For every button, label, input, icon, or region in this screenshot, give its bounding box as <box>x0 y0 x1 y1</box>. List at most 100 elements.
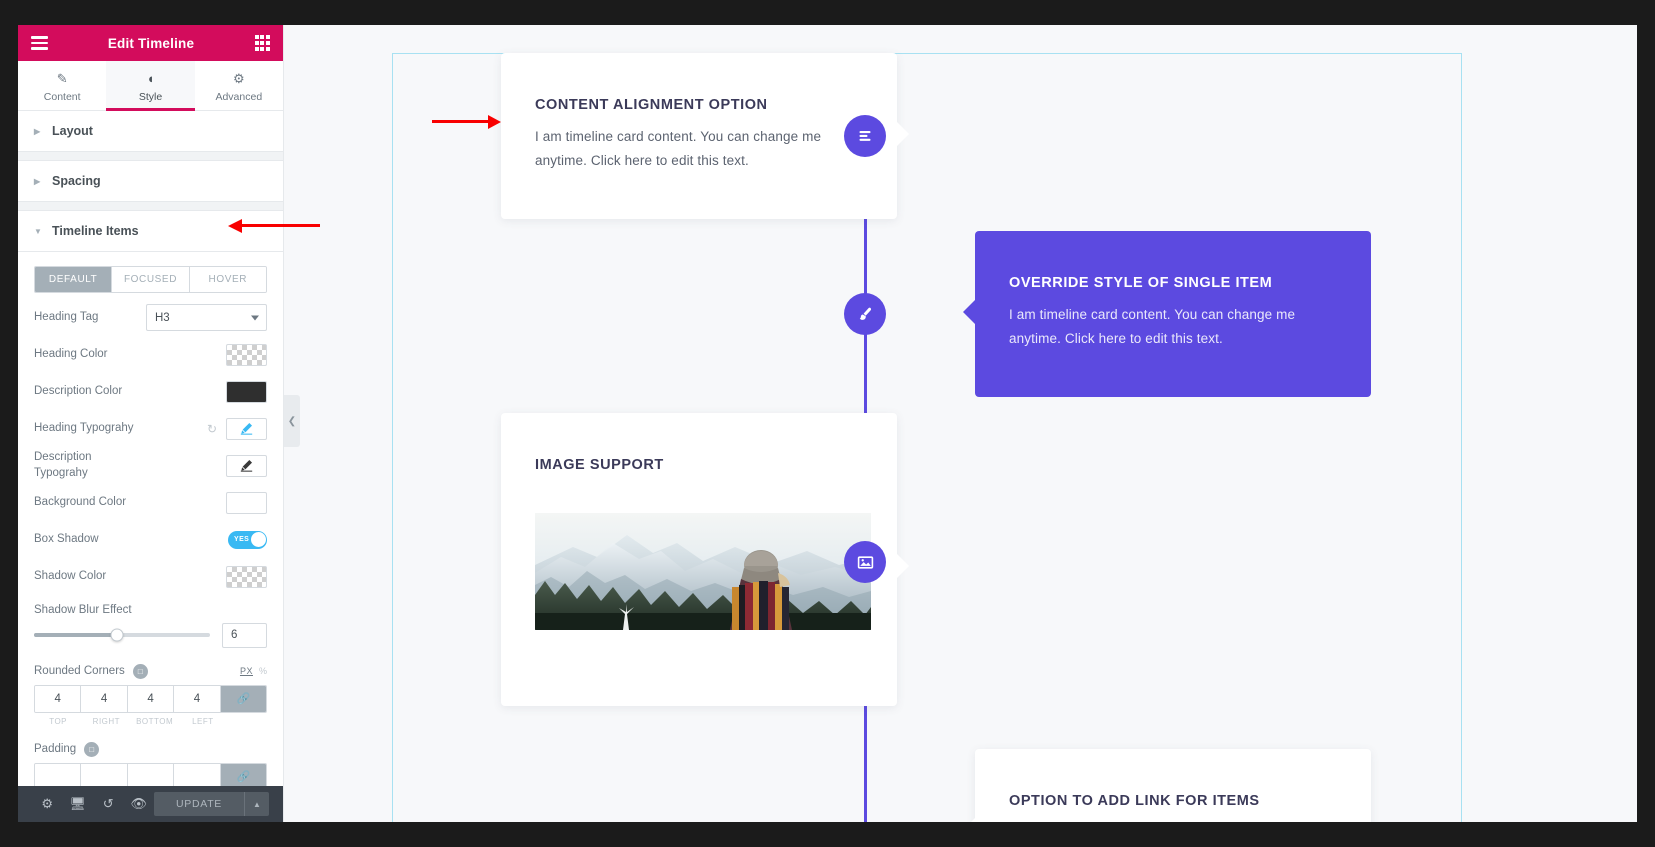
timeline-dot-paint-brush[interactable] <box>844 293 886 335</box>
rounded-corner-bottom-input[interactable]: 4 <box>127 685 175 712</box>
eye-preview-icon[interactable]: 👁 <box>124 796 155 812</box>
timeline-card-description: I am timeline card content. You can chan… <box>535 129 822 169</box>
control-rounded-corners: Rounded Corners □ PX % 4 4 4 4 🔗 TOP RIG… <box>34 658 267 726</box>
control-padding: Padding □ 🔗 <box>34 736 267 786</box>
section-divider <box>18 152 283 161</box>
pencil-icon <box>240 422 253 435</box>
timeline-card-heading: OPTION TO ADD LINK FOR ITEMS <box>1009 793 1260 809</box>
grid-apps-icon[interactable] <box>254 35 270 51</box>
padding-top-input[interactable] <box>35 763 82 786</box>
timeline-card-heading: IMAGE SUPPORT <box>535 457 664 473</box>
caret-right-icon: ▶ <box>34 126 41 136</box>
hamburger-menu-icon[interactable] <box>31 36 48 50</box>
timeline-card-override-style[interactable]: OVERRIDE STYLE OF SINGLE ITEM I am timel… <box>963 231 1371 397</box>
rounded-corner-right-input[interactable]: 4 <box>81 685 128 712</box>
control-box-shadow: Box Shadow YES <box>34 521 267 558</box>
timeline-card-image-support[interactable]: IMAGE SUPPORT <box>501 413 909 706</box>
slider-knob[interactable] <box>110 628 124 642</box>
section-layout[interactable]: ▶ Layout <box>18 111 283 152</box>
section-timeline-items[interactable]: ▼ Timeline Items <box>18 211 283 252</box>
section-spacing-label: Spacing <box>52 174 101 188</box>
timeline-card-description: I am timeline card content. You can chan… <box>1009 307 1296 347</box>
box-shadow-toggle[interactable]: YES <box>228 530 267 549</box>
rounded-corner-left-input[interactable]: 4 <box>174 685 221 712</box>
heading-color-swatch[interactable] <box>226 343 267 366</box>
link-values-icon[interactable]: 🔗 <box>220 685 266 712</box>
sublabel-left: LEFT <box>192 716 214 726</box>
gear-icon[interactable]: ⚙ <box>32 796 63 812</box>
timeline-dot-align-left[interactable] <box>844 115 886 157</box>
section-timeline-items-label: Timeline Items <box>52 224 139 238</box>
tab-advanced-label: Advanced <box>215 91 263 103</box>
slider-fill <box>34 633 117 638</box>
padding-left-input[interactable] <box>174 763 221 786</box>
state-tab-hover[interactable]: HOVER <box>189 267 266 292</box>
tab-advanced[interactable]: ⚙ Advanced <box>195 61 283 110</box>
padding-right-input[interactable] <box>81 763 128 786</box>
card-pointer-arrow <box>896 553 909 579</box>
shadow-blur-input[interactable]: 6 <box>222 622 267 648</box>
padding-bottom-input[interactable] <box>127 763 175 786</box>
timeline-card-option-to-add-link[interactable]: OPTION TO ADD LINK FOR ITEMS <box>963 749 1371 822</box>
image-picture-icon <box>857 555 873 569</box>
control-shadow-blur: Shadow Blur Effect 6 <box>34 595 267 658</box>
reset-icon[interactable]: ↻ <box>207 422 217 436</box>
update-button[interactable]: UPDATE <box>154 792 245 816</box>
card-pointer-arrow <box>963 817 976 822</box>
editor-sidebar-panel: Edit Timeline ✎ Content ◖ Style ⚙ Advanc… <box>18 25 284 822</box>
pencil-icon <box>240 459 253 472</box>
shadow-blur-slider[interactable] <box>34 628 210 642</box>
desktop-icon[interactable]: 🖥 <box>63 796 94 812</box>
heading-tag-label: Heading Tag <box>34 310 99 323</box>
timeline-card-content-alignment[interactable]: CONTENT ALIGNMENT OPTION I am timeline c… <box>501 53 909 219</box>
rounded-corners-label: Rounded Corners <box>34 665 125 678</box>
responsive-device-icon[interactable]: □ <box>84 741 100 757</box>
sublabel-right: RIGHT <box>92 716 121 726</box>
heading-tag-select[interactable]: H3 <box>146 304 267 331</box>
caret-down-icon: ▼ <box>34 226 42 236</box>
caret-up-icon[interactable]: ▲ <box>244 792 270 816</box>
shadow-blur-slider-row: 6 <box>34 619 267 658</box>
paint-brush-icon <box>859 307 872 320</box>
tab-content[interactable]: ✎ Content <box>18 61 106 110</box>
background-color-swatch[interactable] <box>226 491 267 514</box>
control-heading-color: Heading Color <box>34 336 267 373</box>
shadow-blur-label: Shadow Blur Effect <box>34 604 132 617</box>
chevron-left-icon: ❮ <box>287 415 297 427</box>
tab-style-label: Style <box>138 91 163 103</box>
tab-content-label: Content <box>43 91 81 103</box>
description-typography-edit-button[interactable] <box>226 454 267 477</box>
gear-icon: ⚙ <box>232 71 245 86</box>
rounded-corners-inputs: 4 4 4 4 🔗 <box>34 684 267 713</box>
state-tabs: DEFAULT FOCUSED HOVER <box>34 266 267 293</box>
state-tab-default[interactable]: DEFAULT <box>35 267 113 292</box>
description-color-swatch[interactable] <box>226 380 267 403</box>
mountain-landscape-photo <box>535 513 871 630</box>
panel-collapse-handle[interactable]: ❮ <box>284 395 300 447</box>
padding-header: Padding □ <box>34 736 267 763</box>
section-spacing[interactable]: ▶ Spacing <box>18 161 283 202</box>
heading-typography-edit-button[interactable] <box>226 417 267 440</box>
responsive-device-icon[interactable]: □ <box>132 663 148 679</box>
box-shadow-toggle-value: YES <box>234 536 250 544</box>
link-values-icon[interactable]: 🔗 <box>220 763 266 786</box>
unit-px[interactable]: PX <box>240 666 253 676</box>
control-background-color: Background Color <box>34 484 267 521</box>
state-tab-focused[interactable]: FOCUSED <box>112 267 190 292</box>
description-color-label: Description Color <box>34 384 123 397</box>
sublabel-bottom: BOTTOM <box>136 716 174 726</box>
control-description-color: Description Color <box>34 373 267 410</box>
timeline-dot-image[interactable] <box>844 541 886 583</box>
sublabel-top: TOP <box>49 716 68 726</box>
panel-tabs: ✎ Content ◖ Style ⚙ Advanced <box>18 61 283 111</box>
tab-style[interactable]: ◖ Style <box>106 61 195 111</box>
caret-right-icon: ▶ <box>34 176 41 186</box>
heading-tag-value: H3 <box>155 311 170 324</box>
shadow-color-swatch[interactable] <box>226 565 267 588</box>
description-typography-label: Description Typograhy <box>34 451 92 479</box>
unit-percent[interactable]: % <box>259 666 267 676</box>
panel-footer: ⚙ 🖥 ↺ 👁 UPDATE ▲ <box>18 786 283 822</box>
rounded-corners-sublabels: TOP RIGHT BOTTOM LEFT <box>34 713 267 726</box>
rounded-corner-top-input[interactable]: 4 <box>35 685 82 712</box>
history-revisions-icon[interactable]: ↺ <box>93 796 124 812</box>
